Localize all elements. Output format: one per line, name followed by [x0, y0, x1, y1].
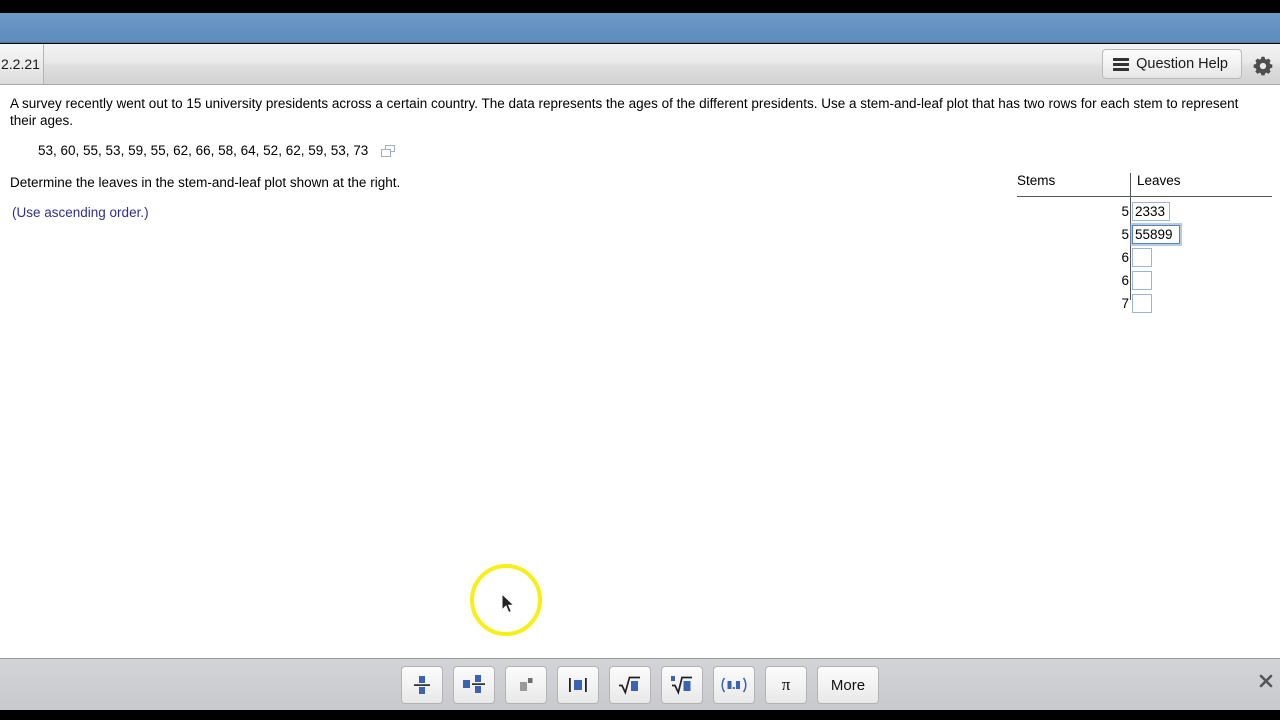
question-help-button[interactable]: Question Help — [1102, 49, 1242, 79]
top-letterbox — [0, 0, 1280, 13]
nth-root-icon — [670, 674, 694, 696]
close-icon[interactable] — [1258, 673, 1274, 689]
table-row: 5 — [1017, 200, 1273, 223]
mouse-cursor — [501, 593, 515, 614]
popup-window-icon[interactable] — [381, 144, 396, 157]
mixed-number-icon — [462, 674, 486, 696]
stem-value: 7 — [1121, 296, 1129, 311]
leaves-column-header: Leaves — [1137, 173, 1181, 188]
question-content-panel: A survey recently went out to 15 univers… — [0, 85, 1280, 658]
fraction-icon — [412, 674, 432, 696]
more-button[interactable]: More — [817, 666, 879, 704]
leaves-input-row-4[interactable] — [1132, 271, 1152, 290]
table-row: 6 — [1017, 246, 1273, 269]
stem-value: 5 — [1121, 204, 1129, 219]
question-toolbar: 2.2.21 Question Help — [0, 44, 1280, 85]
math-symbol-palette: π More — [0, 658, 1280, 710]
absolute-value-icon — [566, 674, 590, 696]
exponent-icon — [515, 674, 537, 696]
table-row: 7 — [1017, 292, 1273, 315]
stem-value: 6 — [1121, 250, 1129, 265]
list-icon — [1113, 57, 1130, 71]
leaves-input-row-1[interactable] — [1132, 202, 1170, 221]
application-window: 2.2.21 Question Help A survey recently w… — [0, 0, 1280, 720]
pi-button[interactable]: π — [765, 666, 807, 704]
absolute-value-button[interactable] — [557, 666, 599, 704]
data-values: 53, 60, 55, 53, 59, 55, 62, 66, 58, 64, … — [38, 143, 369, 158]
table-row: 6 — [1017, 269, 1273, 292]
click-highlight-ring — [470, 564, 542, 636]
leaves-input-row-5[interactable] — [1132, 294, 1152, 313]
fraction-button[interactable] — [401, 666, 443, 704]
app-header-bar — [0, 13, 1280, 43]
pi-icon: π — [781, 675, 791, 694]
stem-leaf-header: Stems Leaves — [1017, 173, 1272, 197]
square-root-icon — [618, 674, 642, 696]
ordered-pair-icon — [720, 675, 748, 695]
gear-icon[interactable] — [1251, 54, 1275, 78]
data-values-row: 53, 60, 55, 53, 59, 55, 62, 66, 58, 64, … — [38, 143, 396, 158]
stem-value: 6 — [1121, 273, 1129, 288]
ordered-pair-button[interactable] — [713, 666, 755, 704]
question-prompt-text: A survey recently went out to 15 univers… — [10, 96, 1239, 128]
stem-value: 5 — [1121, 227, 1129, 242]
more-button-label: More — [830, 676, 866, 694]
mixed-number-button[interactable] — [453, 666, 495, 704]
square-root-button[interactable] — [609, 666, 651, 704]
question-id: 2.2.21 — [0, 44, 44, 84]
task-instruction: Determine the leaves in the stem-and-lea… — [10, 175, 401, 190]
table-row: 5 — [1017, 223, 1273, 246]
stems-column-header: Stems — [1017, 173, 1056, 188]
question-help-label: Question Help — [1136, 56, 1228, 72]
stem-leaf-rows: 5 5 6 6 7 — [1017, 197, 1273, 315]
math-palette-buttons: π More — [0, 666, 1280, 704]
leaves-input-row-3[interactable] — [1132, 248, 1152, 267]
ascending-order-note: (Use ascending order.) — [12, 205, 149, 220]
nth-root-button[interactable] — [661, 666, 703, 704]
exponent-button[interactable] — [505, 666, 547, 704]
stem-and-leaf-plot: Stems Leaves 5 5 6 6 — [1017, 173, 1273, 315]
leaves-input-row-2[interactable] — [1132, 225, 1180, 244]
